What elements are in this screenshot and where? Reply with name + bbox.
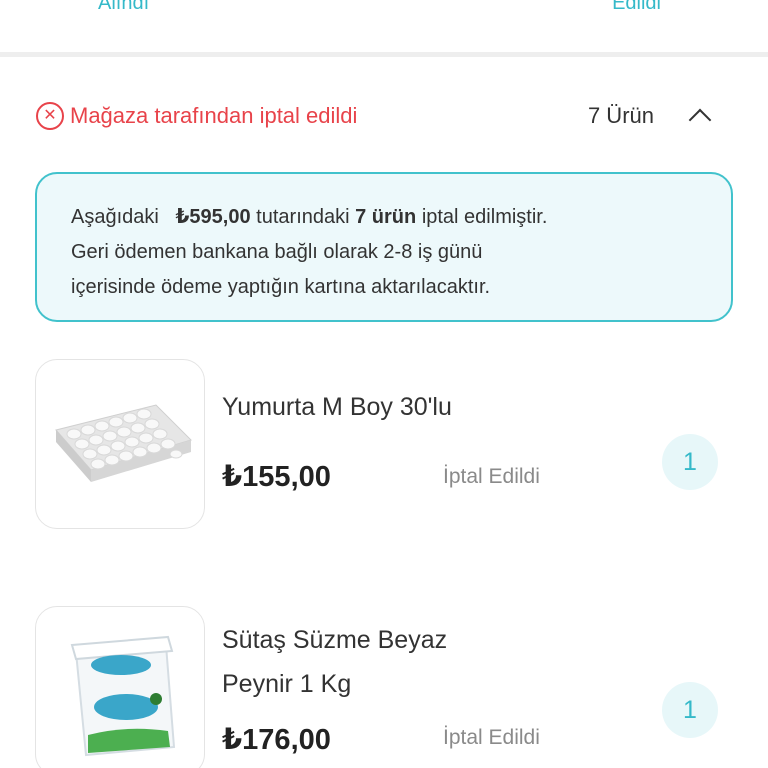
chevron-up-icon[interactable] <box>688 108 712 132</box>
section-divider <box>0 52 768 57</box>
product-card[interactable]: Yumurta M Boy 30'lu ₺155,00 İptal Edildi… <box>35 359 735 529</box>
product-price: ₺176,00 <box>222 724 331 756</box>
refund-info-line1: Aşağıdaki ₺595,00 tutarındaki 7 ürün ipt… <box>71 200 697 235</box>
refund-item-count: 7 ürün <box>355 206 417 228</box>
refund-info-mid: tutarındaki <box>256 206 350 228</box>
refund-info-line3: içerisinde ödeme yaptığın kartına aktarı… <box>71 276 491 298</box>
item-count: 7 Ürün <box>587 103 654 128</box>
product-quantity-badge: 1 <box>662 682 718 738</box>
refund-amount: ₺595,00 <box>175 206 251 228</box>
refund-info-prefix: Aşağıdaki <box>71 206 159 228</box>
product-card[interactable]: Sütaş Süzme Beyaz Peynir 1 Kg ₺176,00 İp… <box>35 606 735 768</box>
cheese-tub-icon <box>70 635 176 757</box>
product-status: İptal Edildi <box>443 726 540 749</box>
refund-info-suffix: iptal edilmiştir. <box>421 206 548 228</box>
egg-tray-icon <box>55 404 192 482</box>
product-status: İptal Edildi <box>443 465 540 488</box>
product-name-line2: Peynir 1 Kg <box>222 670 352 698</box>
order-progress-strip: Alındı Edildi <box>0 0 768 56</box>
product-name: Sütaş Süzme Beyaz Peynir 1 Kg <box>222 618 447 706</box>
progress-step-cancelled: Edildi <box>612 0 661 14</box>
refund-info-box: Aşağıdaki ₺595,00 tutarındaki 7 ürün ipt… <box>35 172 733 322</box>
product-quantity-badge: 1 <box>662 434 718 490</box>
product-price: ₺155,00 <box>222 461 331 493</box>
refund-info-line2: Geri ödemen bankana bağlı olarak 2-8 iş … <box>71 241 483 263</box>
product-image-cheese[interactable] <box>35 606 205 768</box>
cancel-status-text: Mağaza tarafından iptal edildi <box>70 103 358 128</box>
cancel-section-header[interactable]: ✕ Mağaza tarafından iptal edildi 7 Ürün <box>36 98 726 134</box>
product-image-eggs[interactable] <box>35 359 205 529</box>
cancel-circle-icon: ✕ <box>36 102 64 130</box>
product-name-line1: Sütaş Süzme Beyaz <box>222 626 448 654</box>
progress-step-received: Alındı <box>98 0 150 14</box>
product-name: Yumurta M Boy 30'lu <box>222 393 452 421</box>
